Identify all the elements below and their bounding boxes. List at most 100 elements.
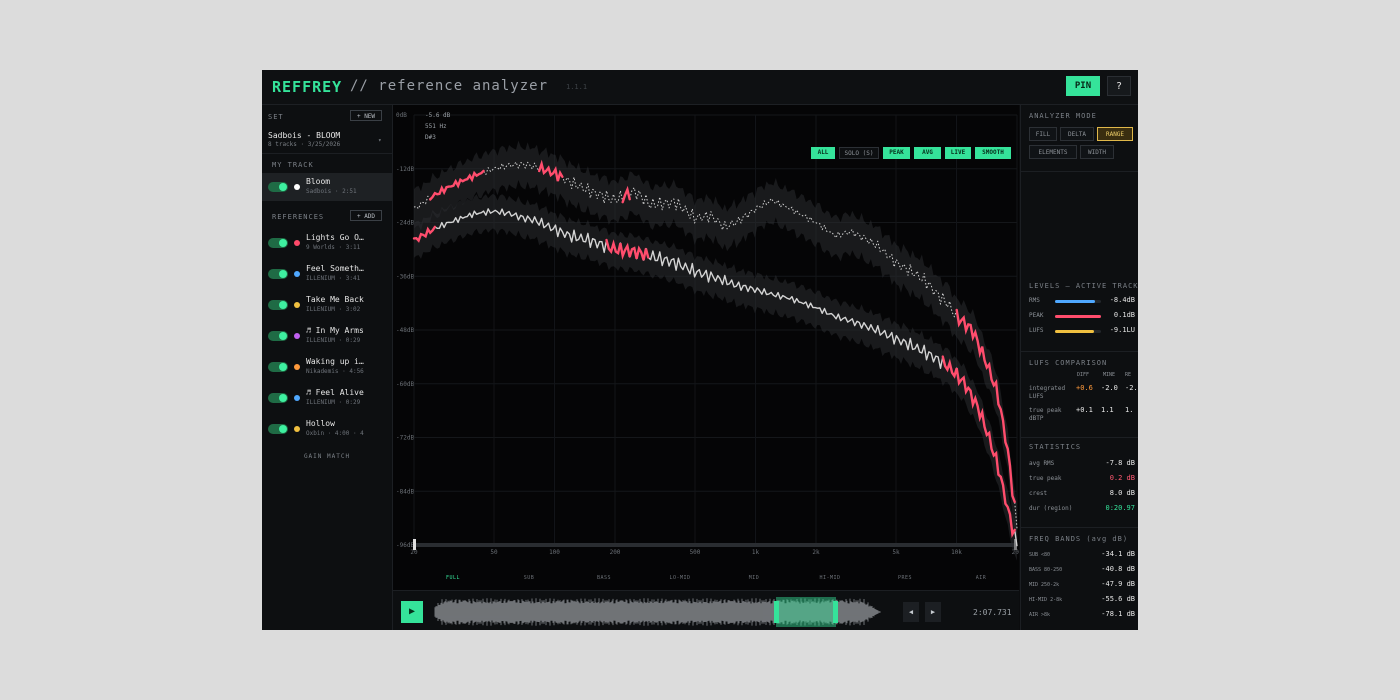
- track-meta: ILLENIUM · 3:02: [306, 306, 361, 313]
- band-value: -34.1 dB: [1101, 550, 1135, 558]
- level-meter: [1055, 300, 1101, 303]
- track-meta: 9 Worlds · 3:11: [306, 244, 361, 251]
- band-label: AIR >8k: [1029, 612, 1051, 618]
- set-name: Sadbois - BLOOM: [268, 131, 341, 140]
- stat-label: crest: [1029, 490, 1048, 497]
- band-tick-label: SUB: [524, 575, 535, 581]
- mode-fill-button[interactable]: FILL: [1029, 127, 1057, 141]
- level-label: PEAK: [1029, 312, 1044, 319]
- track-toggle[interactable]: [268, 269, 288, 279]
- filter-solo-s-button[interactable]: SOLO (S): [839, 147, 879, 159]
- spectrum-plot[interactable]: 0dB -12dB -24dB -36dB -48dB -60dB -72dB -84dB -9…: [393, 105, 1019, 590]
- track-color-dot: [294, 333, 300, 339]
- filter-smooth-button[interactable]: SMOOTH: [975, 147, 1011, 159]
- level-meter-fill: [1055, 300, 1095, 303]
- x-tick-label: 200: [610, 549, 621, 556]
- track-toggle[interactable]: [268, 238, 288, 248]
- filter-live-button[interactable]: LIVE: [945, 147, 971, 159]
- band-label: MID 250-2k: [1029, 582, 1060, 588]
- x-tick-label: 100: [549, 549, 560, 556]
- track-meta: Oxbin · 4:00 · 4: [306, 430, 364, 437]
- track-name: Hollow: [306, 419, 335, 428]
- track-meta: Nikademis · 4:56: [306, 368, 364, 375]
- mode-elements-button[interactable]: ELEMENTS: [1029, 145, 1077, 159]
- mode-range-button[interactable]: RANGE: [1097, 127, 1133, 141]
- mode-width-button[interactable]: WIDTH: [1080, 145, 1114, 159]
- stat-label: avg RMS: [1029, 460, 1055, 467]
- level-meter-fill: [1055, 315, 1101, 318]
- divider: [1021, 351, 1138, 352]
- track-color-dot: [294, 271, 300, 277]
- avg-range-band: [414, 193, 1017, 561]
- reference-track-row[interactable]: ♬ Feel Alive ILLENIUM · 0:29: [262, 384, 392, 412]
- level-meter: [1055, 315, 1101, 318]
- toggle-knob: [279, 394, 287, 402]
- band-value: -78.1 dB: [1101, 610, 1135, 618]
- my-track-label: MY TRACK: [272, 161, 314, 169]
- band-tick-label: AIR: [976, 575, 987, 581]
- band-label: SUB <80: [1029, 552, 1051, 558]
- track-name: Take Me Back: [306, 295, 364, 304]
- track-toggle[interactable]: [268, 362, 288, 372]
- play-button[interactable]: ▶: [401, 601, 423, 623]
- track-name: ♬ In My Arms: [306, 326, 364, 335]
- track-meta: Sadbois · 2:51: [306, 188, 357, 195]
- lufs-col-header: DIFF: [1077, 372, 1090, 378]
- reference-track-row[interactable]: Take Me Back ILLENIUM · 3:02: [262, 291, 392, 319]
- pin-button[interactable]: PIN: [1066, 76, 1100, 96]
- lufs-row-label: true peak dBTP: [1029, 407, 1062, 422]
- track-color-dot: [294, 184, 300, 190]
- band-tick-label: MID: [749, 575, 760, 581]
- lufs-ref: -2.: [1125, 384, 1138, 392]
- filter-avg-button[interactable]: AVG: [914, 147, 941, 159]
- level-value: -9.1LU: [1109, 326, 1135, 334]
- reference-track-row[interactable]: Waking up i… Nikademis · 4:56: [262, 353, 392, 381]
- gain-match-button[interactable]: GAIN MATCH: [262, 453, 392, 460]
- right-panel: ANALYZER MODE FILL DELTA RANGE ELEMENTS WIDT…: [1020, 105, 1138, 630]
- reference-track-row[interactable]: ♬ In My Arms ILLENIUM · 0:29: [262, 322, 392, 350]
- next-button[interactable]: ▶: [925, 602, 941, 622]
- new-set-button[interactable]: + NEW: [350, 110, 382, 121]
- level-meter: [1055, 330, 1101, 333]
- reference-track-row[interactable]: Feel Someth… ILLENIUM · 3:41: [262, 260, 392, 288]
- track-toggle[interactable]: [268, 331, 288, 341]
- y-tick-label: -24dB: [396, 220, 414, 227]
- filter-all-button[interactable]: ALL: [811, 147, 835, 159]
- waveform-overview[interactable]: [433, 591, 903, 630]
- reference-track-row[interactable]: Lights Go O… 9 Worlds · 3:11: [262, 229, 392, 257]
- band-value: -55.6 dB: [1101, 595, 1135, 603]
- prev-button[interactable]: ◀: [903, 602, 919, 622]
- track-meta: ILLENIUM · 3:41: [306, 275, 361, 282]
- y-tick-label: -48dB: [396, 327, 414, 334]
- timecode: 2:07.731: [973, 608, 1012, 617]
- y-tick-label: -36dB: [396, 273, 414, 280]
- toggle-knob: [279, 270, 287, 278]
- reference-track-row[interactable]: Hollow Oxbin · 4:00 · 4: [262, 415, 392, 443]
- mode-delta-button[interactable]: DELTA: [1060, 127, 1094, 141]
- band-label: HI-MID 2-8k: [1029, 597, 1063, 603]
- stat-value: 0.2 dB: [1109, 474, 1135, 482]
- app-window: REFFREY // reference analyzer 1.1.1 PIN …: [262, 70, 1138, 630]
- track-toggle[interactable]: [268, 424, 288, 434]
- x-tick-label: 20: [410, 549, 418, 556]
- my-track-row[interactable]: Bloom Sadbois · 2:51: [262, 173, 392, 201]
- stat-label: true peak: [1029, 475, 1062, 482]
- band-tick-label: PRES: [898, 575, 912, 581]
- transport-bar: ▶ ◀ ▶ 2:07.731: [393, 590, 1019, 630]
- filter-peak-button[interactable]: PEAK: [883, 147, 910, 159]
- level-label: LUFS: [1029, 327, 1044, 334]
- track-toggle[interactable]: [268, 393, 288, 403]
- y-tick-label: -84dB: [396, 488, 414, 495]
- spectrum-chart[interactable]: 0dB -12dB -24dB -36dB -48dB -60dB -72dB -84dB -9…: [393, 105, 1019, 590]
- stat-label: dur (region): [1029, 505, 1073, 512]
- track-toggle[interactable]: [268, 300, 288, 310]
- track-color-dot: [294, 302, 300, 308]
- track-toggle[interactable]: [268, 182, 288, 192]
- level-value: -8.4dB: [1109, 296, 1135, 304]
- add-reference-button[interactable]: + ADD: [350, 210, 382, 221]
- divider: [1021, 171, 1138, 172]
- help-button[interactable]: ?: [1107, 76, 1131, 96]
- band-tick-label: FULL: [446, 575, 460, 581]
- statistics-label: STATISTICS: [1029, 443, 1082, 451]
- toggle-knob: [279, 425, 287, 433]
